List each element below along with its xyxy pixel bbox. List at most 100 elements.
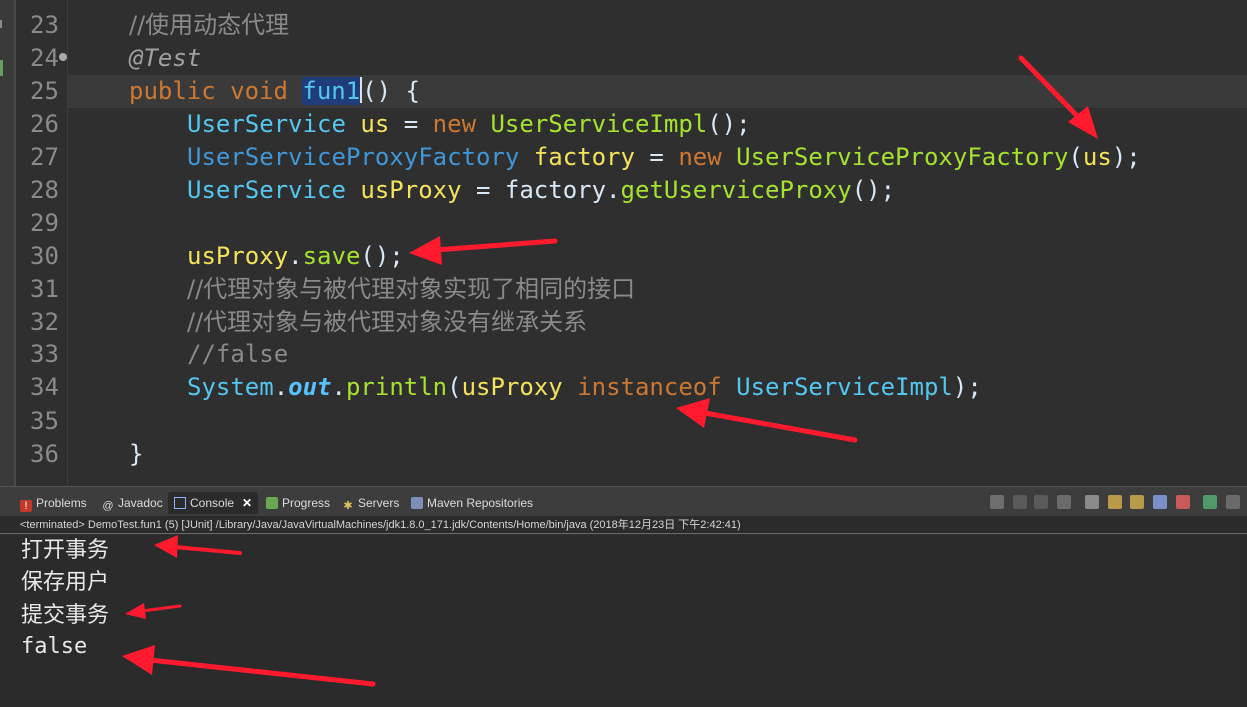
operator: = factory. <box>461 176 621 204</box>
line-number: 28 <box>30 176 59 204</box>
variable: usProxy <box>461 373 563 401</box>
tab-javadoc[interactable]: @ Javadoc <box>102 492 163 514</box>
tab-label: Console <box>190 496 235 510</box>
tab-servers[interactable]: ✱ Servers <box>342 492 399 514</box>
tab-label: Maven Repositories <box>427 496 534 510</box>
scroll-lock-icon[interactable] <box>1108 495 1122 509</box>
keyword: void <box>230 77 288 105</box>
fold-marker-icon[interactable] <box>59 53 67 61</box>
line-number: 23 <box>30 11 59 39</box>
remove-all-icon[interactable] <box>1057 495 1071 509</box>
punctuation: ); <box>1111 143 1141 171</box>
line-number: 33 <box>30 340 59 368</box>
static-field: out <box>288 373 332 401</box>
punctuation: . <box>331 373 346 401</box>
clear-console-icon[interactable] <box>1085 495 1099 509</box>
code-line[interactable]: @Test <box>129 42 201 75</box>
method-call: save <box>302 242 361 270</box>
tab-maven-repositories[interactable]: Maven Repositories <box>411 492 533 514</box>
keyword: public <box>129 77 216 105</box>
show-stdout-icon[interactable] <box>1153 495 1167 509</box>
tab-label: Javadoc <box>118 496 163 510</box>
method-call: println <box>345 373 448 401</box>
variable: usProxy <box>360 176 462 204</box>
line-number: 25 <box>30 77 59 105</box>
terminate-icon[interactable] <box>1013 495 1027 509</box>
closing-brace: } <box>129 440 144 468</box>
tab-label: Servers <box>358 496 400 510</box>
type-name: UserServiceProxyFactory <box>187 143 520 171</box>
marker <box>0 20 2 28</box>
argument: us <box>1082 143 1112 171</box>
type-name: UserService <box>187 110 346 138</box>
line-number: 30 <box>30 242 59 270</box>
tab-problems[interactable]: ! Problems <box>20 492 87 514</box>
code-line[interactable]: usProxy.save(); <box>187 240 404 273</box>
constructor: UserServiceImpl <box>490 110 708 138</box>
punctuation: (); <box>851 176 896 204</box>
comment: //代理对象与被代理对象没有继承关系 <box>187 308 588 336</box>
code-line[interactable]: public void fun1() { <box>129 75 420 108</box>
tab-console[interactable]: Console ✕ <box>168 492 259 514</box>
comment: //false <box>187 340 289 368</box>
punctuation: . <box>288 242 303 270</box>
pin-icon[interactable] <box>990 495 1004 509</box>
code-line[interactable]: //代理对象与被代理对象实现了相同的接口 <box>187 273 635 306</box>
gutter-edge <box>14 0 16 486</box>
code-line[interactable]: UserService usProxy = factory.getUservic… <box>187 174 895 207</box>
variable: us <box>360 110 390 138</box>
word-wrap-icon[interactable] <box>1130 495 1144 509</box>
open-console-icon[interactable] <box>1203 495 1217 509</box>
display-console-icon[interactable] <box>1226 495 1240 509</box>
code-line[interactable]: //代理对象与被代理对象没有继承关系 <box>187 306 587 339</box>
type-name: System <box>187 373 274 401</box>
code-line[interactable]: //使用动态代理 <box>129 9 289 42</box>
line-number: 26 <box>30 110 59 138</box>
view-tab-bar: ! Problems @ Javadoc Console ✕ Progress ✱ Se… <box>0 486 1247 517</box>
output-line: 保存用户 <box>21 570 110 595</box>
gutter-divider <box>67 0 68 486</box>
progress-icon <box>266 497 278 509</box>
line-number: 31 <box>30 275 59 303</box>
tab-progress[interactable]: Progress <box>266 492 330 514</box>
line-number: 36 <box>30 440 59 468</box>
punctuation: () { <box>362 77 420 105</box>
code-line[interactable]: System.out.println(usProxy instanceof Us… <box>187 371 982 404</box>
code-line[interactable]: } <box>129 438 143 471</box>
code-line[interactable]: //false <box>187 338 288 371</box>
servers-icon: ✱ <box>343 500 353 512</box>
maven-icon <box>411 497 423 509</box>
output-line: 提交事务 <box>21 603 110 628</box>
punctuation: ); <box>952 373 982 401</box>
console-output[interactable]: 打开事务 保存用户 提交事务 false <box>0 535 1247 707</box>
punctuation: (); <box>707 110 751 138</box>
keyword: new <box>678 143 722 171</box>
punctuation: ( <box>1068 143 1083 171</box>
punctuation: ( <box>447 373 462 401</box>
change-marker <box>0 60 3 76</box>
close-icon[interactable]: ✕ <box>242 496 252 510</box>
output-line: false <box>21 634 88 659</box>
code-editor[interactable]: 23 24 25 26 27 28 29 30 31 32 33 34 35 3… <box>0 0 1247 486</box>
line-number: 32 <box>30 308 59 336</box>
method-call: getUserviceProxy <box>620 176 852 204</box>
line-number: 27 <box>30 143 59 171</box>
line-number: 35 <box>30 407 59 435</box>
operator: = <box>389 110 433 138</box>
overview-strip <box>0 0 14 486</box>
code-line[interactable]: UserService us = new UserServiceImpl(); <box>187 108 751 141</box>
tab-label: Problems <box>36 496 87 510</box>
type-name: UserService <box>187 176 346 204</box>
punctuation: . <box>273 373 289 401</box>
console-status: <terminated> DemoTest.fun1 (5) [JUnit] /… <box>0 516 1247 534</box>
variable: usProxy <box>187 242 289 270</box>
constructor: UserServiceProxyFactory <box>736 143 1069 171</box>
annotation: @Test <box>129 44 202 72</box>
code-line[interactable]: UserServiceProxyFactory factory = new Us… <box>187 141 1141 174</box>
show-stderr-icon[interactable] <box>1176 495 1190 509</box>
output-line: 打开事务 <box>21 538 110 563</box>
comment: //使用动态代理 <box>129 11 290 39</box>
remove-launch-icon[interactable] <box>1034 495 1048 509</box>
variable: factory <box>533 143 635 171</box>
tab-label: Progress <box>282 496 331 510</box>
